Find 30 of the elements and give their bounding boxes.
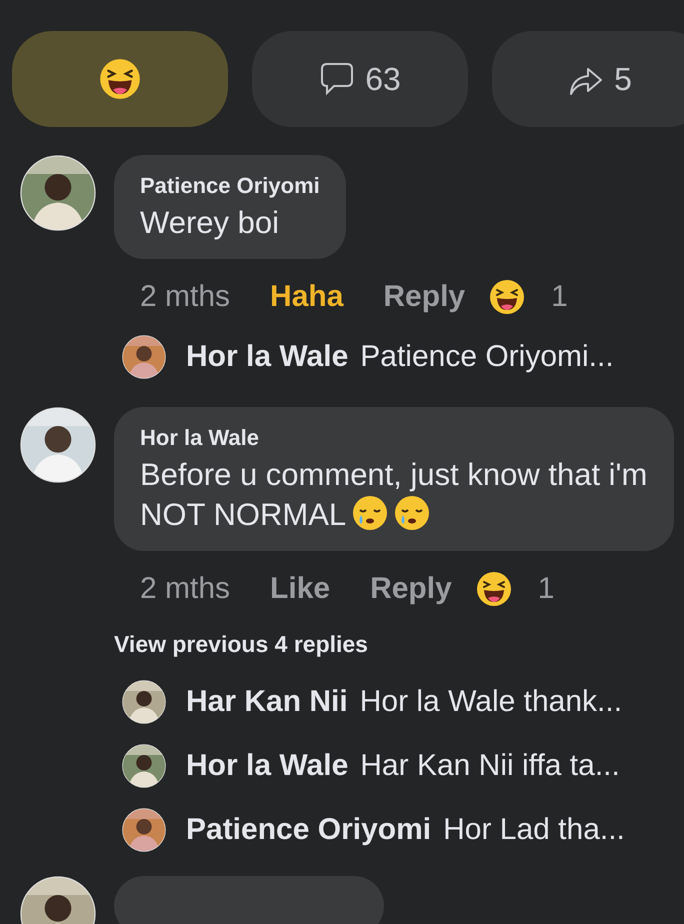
- reply-preview: Patience Oriyomi...: [360, 340, 614, 374]
- reply-preview: Hor la Wale thank...: [360, 685, 622, 719]
- comment-text: Before u comment, just know that i'm NOT NORMAL: [140, 456, 648, 534]
- reaction-count: 1: [551, 280, 568, 314]
- sleepy-face-icon: [352, 495, 388, 531]
- reply-link[interactable]: Reply: [370, 572, 452, 606]
- sleepy-face-icon: [394, 495, 430, 531]
- reply-author: Hor la Wale: [186, 340, 348, 374]
- reply-author: Patience Oriyomi: [186, 813, 432, 847]
- reply-preview: Har Kan Nii iffa ta...: [360, 749, 620, 783]
- reply-author: Hor la Wale: [186, 749, 348, 783]
- author-name: Patience Oriyomi: [140, 173, 320, 199]
- react-link[interactable]: Haha: [270, 280, 344, 314]
- share-button[interactable]: 5: [492, 31, 684, 127]
- laughing-face-icon: [489, 279, 526, 315]
- reply-preview: Hor Lad tha...: [443, 813, 625, 847]
- reply-author: Har Kan Nii: [186, 685, 348, 719]
- laughing-face-icon: [476, 571, 512, 607]
- reaction-button[interactable]: [12, 31, 228, 127]
- view-replies-link[interactable]: View previous 4 replies: [114, 631, 368, 658]
- timestamp: 2 mths: [140, 572, 230, 606]
- comment-text: Werey boi: [140, 204, 280, 242]
- laughing-face-icon: [99, 58, 141, 100]
- comment-button[interactable]: 63: [252, 31, 468, 127]
- timestamp: 2 mths: [140, 280, 230, 314]
- react-link[interactable]: Like: [270, 572, 330, 606]
- reply-link[interactable]: Reply: [383, 280, 466, 314]
- author-name: Hor la Wale: [140, 425, 260, 451]
- reaction-count: 1: [538, 572, 554, 606]
- speech-bubble-icon: [319, 61, 356, 97]
